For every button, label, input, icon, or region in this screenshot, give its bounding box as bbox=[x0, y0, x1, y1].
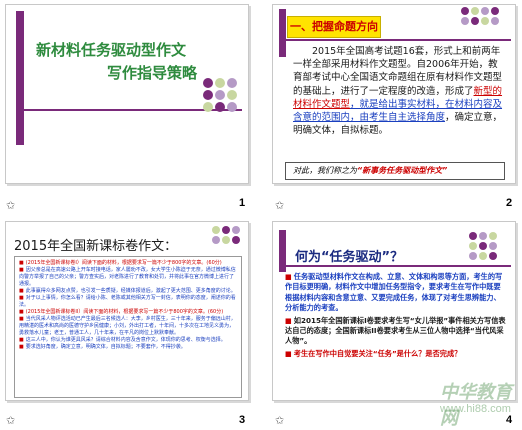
slide3-item-list: ■ (2015年全国新课标卷I）阅读下面的材料，根据要求写一篇不少于800字的文章… bbox=[15, 257, 241, 354]
slide2-body-before: 2015年全国高考试题16套，形式上和前两年一样全部采用材料作文题型。自2006… bbox=[293, 46, 503, 97]
slide4-title: 何为“任务驱动”？ bbox=[295, 250, 404, 265]
watermark-url: www.hi88.com bbox=[440, 403, 511, 415]
dot-grid-decoration bbox=[203, 78, 243, 128]
list-item: ■ 这三人中，你认为谁更具风采？请综合材料内容及含意作文，体现你的思考、权衡与选择… bbox=[19, 337, 226, 343]
slide4-para-3: ■ 考生在写作中自觉要关注“任务”是什么？是否完成？ bbox=[285, 348, 462, 358]
slide3-star-icon: ✩ bbox=[6, 414, 16, 427]
list-item: ■ 因父亲总是在高速公路上开车时接电话，家人屡劝不改，女大学生小陈迫于无奈，通过微… bbox=[19, 267, 236, 287]
slide4-para-1: ■ 任务驱动型材料作文在构成、立意、文体和构思等方面，考生的写作目标更明确，材料作… bbox=[285, 272, 503, 313]
slide4-body: ■ 任务驱动型材料作文在构成、立意、文体和构思等方面，考生的写作目标更明确，材料作… bbox=[285, 272, 507, 359]
slide3-title: 2015年全国新课标卷作文： bbox=[14, 239, 178, 254]
list-item: ■ 当代风采人物评选活动已产生最后三名候选人：大李，乡村医生，三十年来，服务于偏远… bbox=[19, 316, 236, 336]
slide1-title-line2: 写作指导策略 bbox=[107, 64, 198, 82]
dot-grid-decoration bbox=[212, 226, 246, 260]
list-item: ■ 对于以上事情，你怎么看？请给小陈、老陈或其他相关方写一封信，表明你的态度，阐述… bbox=[19, 295, 236, 308]
slide1-title-line1: 新材料任务驱动型作文 bbox=[36, 41, 187, 59]
slide-4[interactable]: 何为“任务驱动”？ ■ 任务驱动型材料作文在构成、立意、文体和构思等方面，考生的写… bbox=[272, 221, 516, 401]
list-item: ■ (2015年全国新课标卷I）阅读下面的材料，根据要求写一篇不少于800字的文章… bbox=[19, 260, 222, 266]
list-item: ■ 要求选好角度，确定立意，明确文体，自拟标题；不要套作，不得抄袭。 bbox=[19, 344, 186, 350]
slide2-number: 2 bbox=[506, 197, 513, 209]
slide2-footer-quote: “新事务任务驱动型作文” bbox=[357, 166, 448, 175]
slide2-heading: 一、把握命题方向 bbox=[290, 20, 378, 33]
dot-grid-decoration bbox=[469, 232, 513, 272]
slide4-para-2: ■ 如2015年全国新课标I卷要求考生写“女儿举报”事件相关方写信表达自己的态度；… bbox=[285, 315, 506, 346]
dot-grid-decoration bbox=[461, 7, 511, 37]
slide3-number: 3 bbox=[239, 414, 246, 426]
slide1-number: 1 bbox=[239, 197, 246, 209]
slide2-footer: 对此，我们称之为“新事务任务驱动型作文” bbox=[293, 165, 447, 176]
slide2-star-icon: ✩ bbox=[275, 199, 285, 212]
slide2-hrule bbox=[279, 39, 511, 41]
list-item: ■ 此事赢得众多网友点赞，也引发一些质疑，经媒体报道后，激起了更大范围、更多角度的… bbox=[19, 288, 236, 294]
slide2-body: 2015年全国高考试题16套，形式上和前两年一样全部采用材料作文题型。自2006… bbox=[293, 45, 507, 137]
slide1-star-icon: ✩ bbox=[6, 199, 16, 212]
list-item: ■ (2015年全国新课标卷II）阅读下面的材料，根据要求写一篇不少于800字的文… bbox=[19, 309, 224, 315]
slide3-content-box: ■ (2015年全国新课标卷I）阅读下面的材料，根据要求写一篇不少于800字的文章… bbox=[14, 256, 242, 398]
slide1-left-bar bbox=[16, 11, 24, 145]
slide-3[interactable]: 2015年全国新课标卷作文： ■ (2015年全国新课标卷I）阅读下面的材料，根据… bbox=[5, 221, 249, 401]
slide2-left-bar bbox=[279, 9, 286, 57]
slide-2[interactable]: 一、把握命题方向 2015年全国高考试题16套，形式上和前两年一样全部采用材料作… bbox=[272, 4, 516, 184]
slide-1[interactable]: 新材料任务驱动型作文 写作指导策略 bbox=[5, 4, 249, 184]
slide2-footer-prefix: 对此，我们称之为 bbox=[293, 166, 357, 175]
slide4-star-icon: ✩ bbox=[275, 414, 285, 427]
